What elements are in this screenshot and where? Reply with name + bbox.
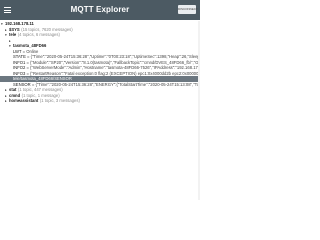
root-label: 192.168.178.11	[5, 21, 34, 26]
topic-name: tele	[9, 32, 17, 37]
topic-key: STATE	[13, 54, 26, 59]
topic-count: (1 topic, 447 messages)	[17, 87, 63, 92]
topic-value: Online	[26, 48, 39, 54]
topic-value: {"Module":"SP20","Version":"8.1.0(tasmot…	[30, 59, 200, 65]
topic-key: INFO2	[13, 65, 26, 70]
topic-tree: ▾ 192.168.178.11 ▸ $SYS (15 topics, 7620 me…	[0, 21, 200, 200]
disconnect-button[interactable]: DISCONNECT	[178, 5, 198, 14]
topic-value: {"Time":"2020-05-24T15:36:28","Uptime":"…	[30, 54, 200, 59]
topic-value: {"RestartReason":"Fatal exception:0 flag…	[30, 70, 200, 76]
topic-name: homeassistant	[9, 98, 39, 103]
tree-node-row[interactable]: ▸ homeassistant (1 topic, 3 messages)	[0, 98, 200, 104]
topic-name: stat	[9, 87, 17, 92]
topic-key: INFO1	[13, 59, 26, 65]
top-app-bar: MQTT Explorer DISCONNECT	[0, 0, 200, 20]
topic-value: {"Time":"2020-05-24T15:36:28","ENERGY":{…	[35, 81, 200, 87]
mqtt-explorer-window: MQTT Explorer DISCONNECT ▾ 192.168.178.11…	[0, 0, 200, 200]
topic-key: SENSOR	[13, 81, 31, 87]
topic-count: (15 topics, 7620 messages)	[21, 26, 73, 32]
topic-key: INFO3	[13, 70, 26, 76]
scrollbar[interactable]	[198, 21, 200, 200]
topic-name: $SYS	[9, 26, 20, 32]
topic-key: tele/tasmota_48FD66/SENSOR	[13, 76, 72, 81]
topic-value: {"WebServerMode":"Admin","Hostname":"tas…	[30, 65, 200, 70]
topic-count: (1 topic, 3 messages)	[39, 98, 80, 103]
topic-name: tasmota_48FD66	[13, 43, 47, 48]
topic-name: cmnd	[9, 92, 21, 98]
topic-count: (4 topics, 6 messages)	[17, 32, 60, 37]
topic-count: (1 topic, 1 message)	[21, 92, 60, 98]
app-title: MQTT Explorer	[70, 5, 130, 14]
